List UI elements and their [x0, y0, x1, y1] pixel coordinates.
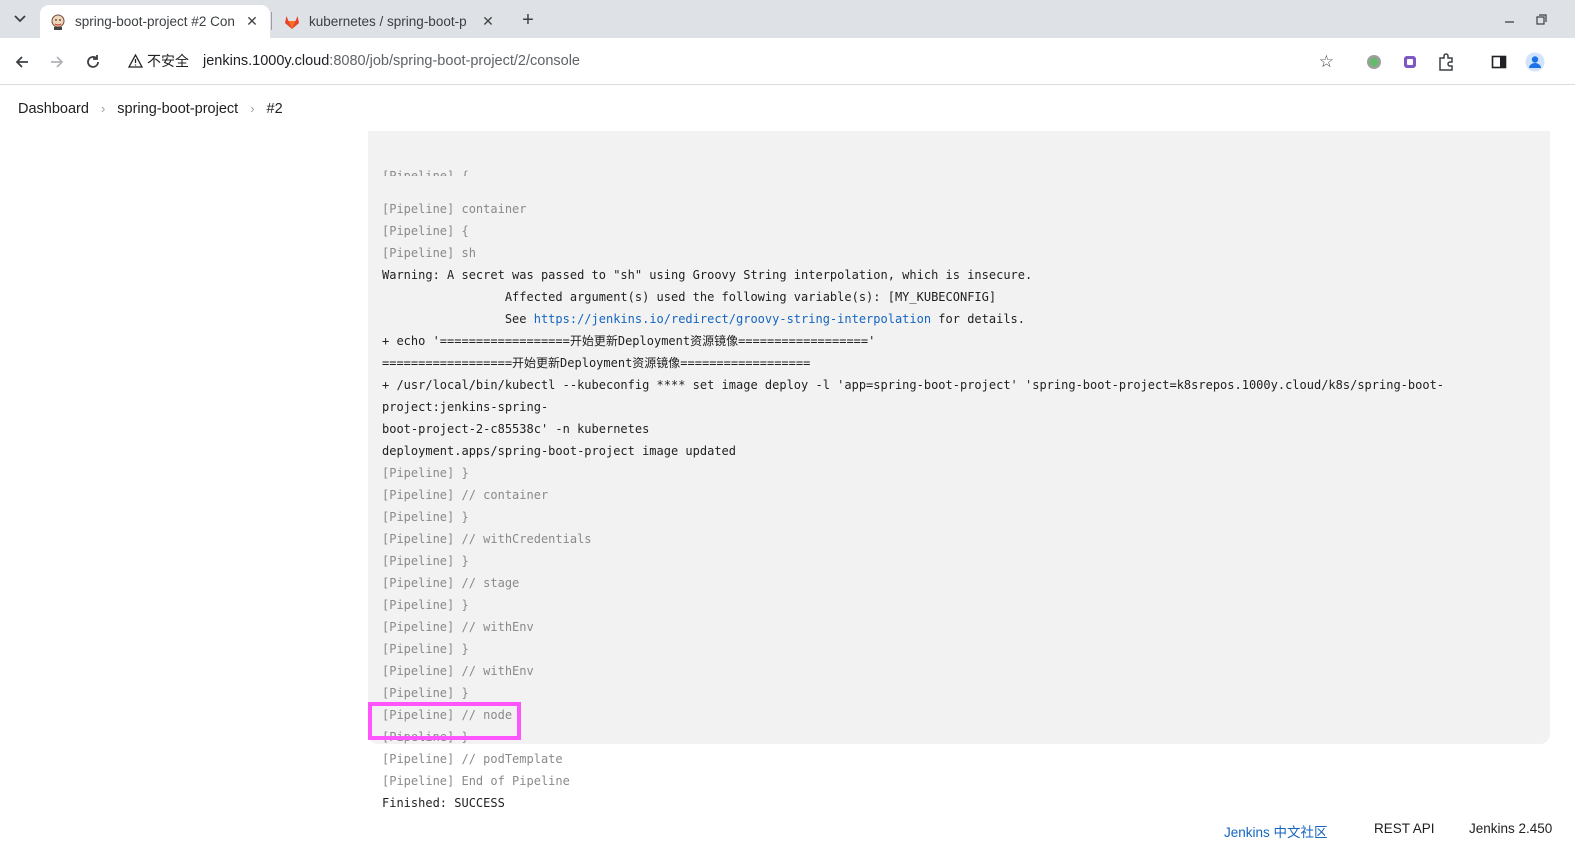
console-line-text: + /usr/local/bin/kubectl --kubeconfig **… — [382, 378, 1445, 414]
console-line-suffix: for details. — [931, 312, 1025, 326]
console-line-text: [Pipeline] // stage — [382, 576, 520, 590]
browser-tab-strip: spring-boot-project #2 Con ✕ kubernetes … — [0, 0, 1575, 38]
console-line-text: [Pipeline] // withEnv — [382, 664, 534, 678]
not-secure-indicator[interactable]: 不安全 — [128, 51, 189, 71]
console-line: [Pipeline] } — [382, 594, 1522, 616]
console-line-text: Warning: A secret was passed to "sh" usi… — [382, 268, 1033, 282]
console-line: Affected argument(s) used the following … — [382, 286, 1522, 308]
console-line: [Pipeline] // stage — [382, 572, 1522, 594]
profile-avatar-icon[interactable] — [1525, 52, 1545, 72]
console-line-text: ==================开始更新Deployment资源镜像====… — [382, 356, 811, 370]
console-line: Warning: A secret was passed to "sh" usi… — [382, 264, 1522, 286]
console-line-text: Affected argument(s) used the following … — [382, 290, 997, 304]
console-line-text: [Pipeline] // podTemplate — [382, 752, 563, 766]
chevron-right-icon: › — [250, 101, 255, 116]
console-line: [Pipeline] } — [382, 638, 1522, 660]
console-line: [Pipeline] sh — [382, 242, 1522, 264]
console-line: See https://jenkins.io/redirect/groovy-s… — [382, 308, 1522, 330]
breadcrumb: Dashboard › spring-boot-project › #2 — [0, 86, 1575, 131]
extension-purple-icon[interactable] — [1400, 52, 1420, 72]
side-panel-icon[interactable] — [1489, 52, 1509, 72]
console-line: + /usr/local/bin/kubectl --kubeconfig **… — [382, 374, 1522, 418]
groovy-interpolation-link[interactable]: https://jenkins.io/redirect/groovy-strin… — [534, 312, 931, 326]
console-line-text: + echo '==================开始更新Deployment… — [382, 334, 876, 348]
console-line: [Pipeline] { — [382, 220, 1522, 242]
console-line-text: [Pipeline] } — [382, 466, 469, 480]
address-bar[interactable]: 不安全 jenkins.1000y.cloud:8080/job/spring-… — [116, 44, 1348, 78]
console-line-text: [Pipeline] sh — [382, 246, 476, 260]
browser-tab-gitlab[interactable]: kubernetes / spring-boot-p ✕ — [274, 5, 506, 38]
console-line-text: deployment.apps/spring-boot-project imag… — [382, 444, 737, 458]
build-result-line: Finished: SUCCESS — [382, 792, 1522, 814]
console-line-text: [Pipeline] } — [382, 554, 469, 568]
chevron-right-icon: › — [100, 101, 106, 116]
console-line-text: See — [382, 312, 534, 326]
console-line: [Pipeline] End of Pipeline — [382, 770, 1522, 792]
url-host: jenkins.1000y.cloud — [203, 53, 330, 69]
console-line: [Pipeline] } — [382, 550, 1522, 572]
console-log: [Pipeline] { [Pipeline] container [Pipeli… — [382, 116, 1522, 814]
console-line: boot-project-2-c85538c' -n kubernetes — [382, 418, 1522, 440]
console-line-text: [Pipeline] } — [382, 510, 469, 524]
console-line-text: [Pipeline] } — [382, 598, 469, 612]
browser-tab-jenkins[interactable]: spring-boot-project #2 Con ✕ — [40, 5, 270, 38]
reload-icon[interactable] — [80, 49, 106, 75]
console-line-text: [Pipeline] // withCredentials — [382, 532, 592, 546]
console-line: [Pipeline] } — [382, 462, 1522, 484]
console-line-text: [Pipeline] container — [382, 202, 527, 216]
breadcrumb-dashboard[interactable]: Dashboard — [18, 101, 89, 117]
console-line: [Pipeline] { — [382, 169, 469, 176]
console-line: [Pipeline] // withEnv — [382, 660, 1522, 682]
browser-toolbar: 不安全 jenkins.1000y.cloud:8080/job/spring-… — [0, 38, 1575, 85]
close-tab-icon[interactable]: ✕ — [244, 13, 260, 30]
tab-search-chevron-icon[interactable] — [6, 6, 34, 32]
breadcrumb-job[interactable]: spring-boot-project — [117, 101, 238, 117]
console-line-text: [Pipeline] // withEnv — [382, 620, 534, 634]
console-line: [Pipeline] } — [382, 506, 1522, 528]
console-line: [Pipeline] container — [382, 198, 1522, 220]
console-line-text: [Pipeline] } — [382, 686, 469, 700]
highlight-box — [368, 702, 521, 740]
warning-triangle-icon — [128, 54, 143, 68]
rest-api-link[interactable]: REST API — [1374, 821, 1435, 836]
gitlab-icon — [285, 15, 299, 29]
tab-title: spring-boot-project #2 Con — [75, 14, 235, 29]
extension-green-icon[interactable] — [1364, 52, 1384, 72]
restore-window-icon[interactable] — [1530, 8, 1552, 30]
console-line: [Pipeline] } — [382, 726, 1522, 748]
jenkins-icon — [51, 14, 65, 30]
bookmark-star-icon[interactable]: ☆ — [1319, 52, 1334, 72]
console-line: [Pipeline] // withCredentials — [382, 528, 1522, 550]
jenkins-community-link[interactable]: Jenkins 中文社区 — [1224, 821, 1328, 841]
console-line: [Pipeline] // withEnv — [382, 616, 1522, 638]
console-line: [Pipeline] // node — [382, 704, 1522, 726]
console-line: [Pipeline] // podTemplate — [382, 748, 1522, 770]
breadcrumb-build[interactable]: #2 — [267, 101, 283, 117]
console-line: + echo '==================开始更新Deployment… — [382, 330, 1522, 352]
console-line-text: boot-project-2-c85538c' -n kubernetes — [382, 422, 650, 436]
console-line: [Pipeline] // container — [382, 484, 1522, 506]
minimize-window-icon[interactable] — [1498, 8, 1520, 30]
console-line-text: [Pipeline] // container — [382, 488, 549, 502]
back-arrow-icon[interactable] — [9, 49, 35, 75]
console-line-text: [Pipeline] } — [382, 642, 469, 656]
console-line-text: Finished: SUCCESS — [382, 796, 505, 810]
tab-title: kubernetes / spring-boot-p — [309, 14, 467, 29]
jenkins-version-button[interactable]: Jenkins 2.450 — [1469, 821, 1552, 836]
console-line-text: [Pipeline] End of Pipeline — [382, 774, 570, 788]
extensions-puzzle-icon[interactable] — [1436, 52, 1456, 72]
url-path: :8080/job/spring-boot-project/2/console — [329, 53, 580, 69]
console-line-text: [Pipeline] { — [382, 224, 469, 238]
console-line: ==================开始更新Deployment资源镜像====… — [382, 352, 1522, 374]
tab-divider — [271, 12, 272, 30]
new-tab-button[interactable]: + — [515, 7, 541, 33]
console-line: deployment.apps/spring-boot-project imag… — [382, 440, 1522, 462]
forward-arrow-icon[interactable] — [44, 49, 70, 75]
not-secure-label: 不安全 — [147, 53, 189, 69]
close-tab-icon[interactable]: ✕ — [480, 13, 496, 30]
console-line: [Pipeline] } — [382, 682, 1522, 704]
